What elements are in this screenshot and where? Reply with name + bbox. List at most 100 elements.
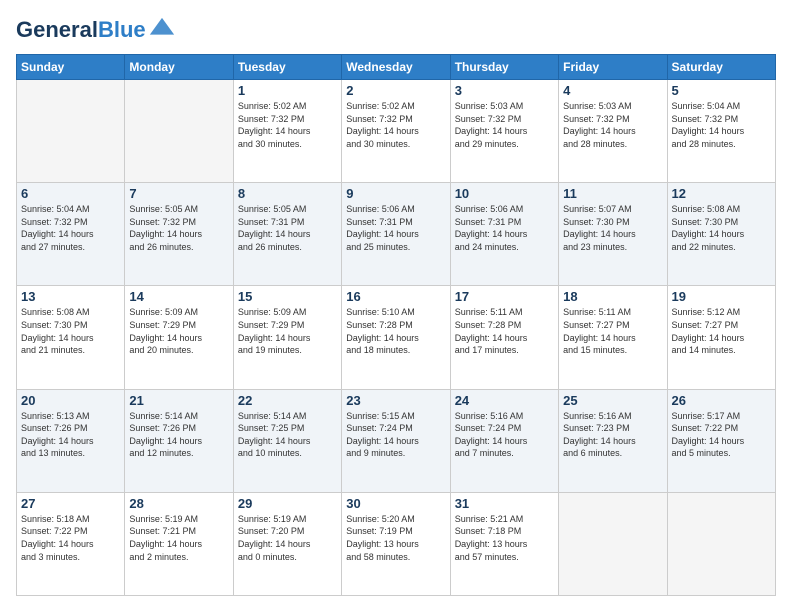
calendar-day-cell: 8 Sunrise: 5:05 AM Sunset: 7:31 PM Daylig… xyxy=(233,183,341,286)
calendar-header-row: SundayMondayTuesdayWednesdayThursdayFrid… xyxy=(17,55,776,80)
day-number: 31 xyxy=(455,496,554,511)
calendar-day-cell: 30 Sunrise: 5:20 AM Sunset: 7:19 PM Dayli… xyxy=(342,492,450,595)
day-number: 21 xyxy=(129,393,228,408)
day-number: 29 xyxy=(238,496,337,511)
day-number: 20 xyxy=(21,393,120,408)
day-number: 1 xyxy=(238,83,337,98)
calendar-day-cell: 13 Sunrise: 5:08 AM Sunset: 7:30 PM Dayli… xyxy=(17,286,125,389)
day-info: Sunrise: 5:16 AM Sunset: 7:23 PM Dayligh… xyxy=(563,410,662,460)
header: GeneralBlue xyxy=(16,16,776,44)
weekday-header: Wednesday xyxy=(342,55,450,80)
day-info: Sunrise: 5:06 AM Sunset: 7:31 PM Dayligh… xyxy=(346,203,445,253)
day-number: 24 xyxy=(455,393,554,408)
weekday-header: Monday xyxy=(125,55,233,80)
calendar-day-cell: 18Sunrise: 5:11 AM Sunset: 7:27 PM Dayli… xyxy=(559,286,667,389)
day-number: 8 xyxy=(238,186,337,201)
day-info: Sunrise: 5:15 AM Sunset: 7:24 PM Dayligh… xyxy=(346,410,445,460)
calendar-day-cell: 28 Sunrise: 5:19 AM Sunset: 7:21 PM Dayli… xyxy=(125,492,233,595)
calendar-day-cell: 23 Sunrise: 5:15 AM Sunset: 7:24 PM Dayli… xyxy=(342,389,450,492)
day-number: 11 xyxy=(563,186,662,201)
day-number: 25 xyxy=(563,393,662,408)
day-number: 14 xyxy=(129,289,228,304)
day-info: Sunrise: 5:12 AM Sunset: 7:27 PM Dayligh… xyxy=(672,306,771,356)
calendar-day-cell xyxy=(559,492,667,595)
day-number: 28 xyxy=(129,496,228,511)
calendar-day-cell: 20 Sunrise: 5:13 AM Sunset: 7:26 PM Dayli… xyxy=(17,389,125,492)
calendar-week-row: 13 Sunrise: 5:08 AM Sunset: 7:30 PM Dayli… xyxy=(17,286,776,389)
calendar-day-cell: 4Sunrise: 5:03 AM Sunset: 7:32 PM Daylig… xyxy=(559,80,667,183)
calendar-day-cell: 5Sunrise: 5:04 AM Sunset: 7:32 PM Daylig… xyxy=(667,80,775,183)
day-info: Sunrise: 5:04 AM Sunset: 7:32 PM Dayligh… xyxy=(21,203,120,253)
day-number: 13 xyxy=(21,289,120,304)
calendar-day-cell xyxy=(667,492,775,595)
day-number: 19 xyxy=(672,289,771,304)
day-number: 5 xyxy=(672,83,771,98)
day-number: 30 xyxy=(346,496,445,511)
calendar-week-row: 6 Sunrise: 5:04 AM Sunset: 7:32 PM Daylig… xyxy=(17,183,776,286)
day-number: 10 xyxy=(455,186,554,201)
day-info: Sunrise: 5:02 AM Sunset: 7:32 PM Dayligh… xyxy=(238,100,337,150)
weekday-header: Tuesday xyxy=(233,55,341,80)
calendar-day-cell: 15Sunrise: 5:09 AM Sunset: 7:29 PM Dayli… xyxy=(233,286,341,389)
calendar-day-cell: 12 Sunrise: 5:08 AM Sunset: 7:30 PM Dayli… xyxy=(667,183,775,286)
day-number: 22 xyxy=(238,393,337,408)
day-number: 6 xyxy=(21,186,120,201)
day-info: Sunrise: 5:02 AM Sunset: 7:32 PM Dayligh… xyxy=(346,100,445,150)
day-info: Sunrise: 5:05 AM Sunset: 7:32 PM Dayligh… xyxy=(129,203,228,253)
day-number: 16 xyxy=(346,289,445,304)
day-info: Sunrise: 5:16 AM Sunset: 7:24 PM Dayligh… xyxy=(455,410,554,460)
calendar-day-cell: 19 Sunrise: 5:12 AM Sunset: 7:27 PM Dayli… xyxy=(667,286,775,389)
calendar-day-cell: 11Sunrise: 5:07 AM Sunset: 7:30 PM Dayli… xyxy=(559,183,667,286)
day-info: Sunrise: 5:10 AM Sunset: 7:28 PM Dayligh… xyxy=(346,306,445,356)
calendar-day-cell: 2 Sunrise: 5:02 AM Sunset: 7:32 PM Daylig… xyxy=(342,80,450,183)
page: GeneralBlue SundayMondayTuesdayWednesday… xyxy=(0,0,792,612)
calendar-day-cell: 16 Sunrise: 5:10 AM Sunset: 7:28 PM Dayli… xyxy=(342,286,450,389)
calendar-day-cell: 17Sunrise: 5:11 AM Sunset: 7:28 PM Dayli… xyxy=(450,286,558,389)
calendar-day-cell: 6 Sunrise: 5:04 AM Sunset: 7:32 PM Daylig… xyxy=(17,183,125,286)
day-info: Sunrise: 5:05 AM Sunset: 7:31 PM Dayligh… xyxy=(238,203,337,253)
logo: GeneralBlue xyxy=(16,16,176,44)
day-info: Sunrise: 5:09 AM Sunset: 7:29 PM Dayligh… xyxy=(238,306,337,356)
day-info: Sunrise: 5:14 AM Sunset: 7:25 PM Dayligh… xyxy=(238,410,337,460)
day-number: 27 xyxy=(21,496,120,511)
day-info: Sunrise: 5:08 AM Sunset: 7:30 PM Dayligh… xyxy=(21,306,120,356)
day-info: Sunrise: 5:13 AM Sunset: 7:26 PM Dayligh… xyxy=(21,410,120,460)
day-number: 18 xyxy=(563,289,662,304)
calendar-day-cell: 10 Sunrise: 5:06 AM Sunset: 7:31 PM Dayli… xyxy=(450,183,558,286)
calendar-day-cell: 22 Sunrise: 5:14 AM Sunset: 7:25 PM Dayli… xyxy=(233,389,341,492)
day-number: 12 xyxy=(672,186,771,201)
calendar-day-cell: 1 Sunrise: 5:02 AM Sunset: 7:32 PM Daylig… xyxy=(233,80,341,183)
day-info: Sunrise: 5:06 AM Sunset: 7:31 PM Dayligh… xyxy=(455,203,554,253)
day-number: 7 xyxy=(129,186,228,201)
weekday-header: Friday xyxy=(559,55,667,80)
day-info: Sunrise: 5:09 AM Sunset: 7:29 PM Dayligh… xyxy=(129,306,228,356)
weekday-header: Saturday xyxy=(667,55,775,80)
logo-icon xyxy=(148,16,176,44)
day-number: 3 xyxy=(455,83,554,98)
day-info: Sunrise: 5:19 AM Sunset: 7:20 PM Dayligh… xyxy=(238,513,337,563)
calendar-week-row: 1 Sunrise: 5:02 AM Sunset: 7:32 PM Daylig… xyxy=(17,80,776,183)
calendar-day-cell: 26Sunrise: 5:17 AM Sunset: 7:22 PM Dayli… xyxy=(667,389,775,492)
calendar-week-row: 20 Sunrise: 5:13 AM Sunset: 7:26 PM Dayli… xyxy=(17,389,776,492)
day-info: Sunrise: 5:21 AM Sunset: 7:18 PM Dayligh… xyxy=(455,513,554,563)
weekday-header: Sunday xyxy=(17,55,125,80)
calendar-day-cell: 27 Sunrise: 5:18 AM Sunset: 7:22 PM Dayli… xyxy=(17,492,125,595)
calendar: SundayMondayTuesdayWednesdayThursdayFrid… xyxy=(16,54,776,596)
day-info: Sunrise: 5:08 AM Sunset: 7:30 PM Dayligh… xyxy=(672,203,771,253)
day-info: Sunrise: 5:17 AM Sunset: 7:22 PM Dayligh… xyxy=(672,410,771,460)
calendar-week-row: 27 Sunrise: 5:18 AM Sunset: 7:22 PM Dayli… xyxy=(17,492,776,595)
calendar-day-cell: 21 Sunrise: 5:14 AM Sunset: 7:26 PM Dayli… xyxy=(125,389,233,492)
day-info: Sunrise: 5:19 AM Sunset: 7:21 PM Dayligh… xyxy=(129,513,228,563)
calendar-day-cell: 24 Sunrise: 5:16 AM Sunset: 7:24 PM Dayli… xyxy=(450,389,558,492)
calendar-day-cell: 7 Sunrise: 5:05 AM Sunset: 7:32 PM Daylig… xyxy=(125,183,233,286)
calendar-day-cell: 9 Sunrise: 5:06 AM Sunset: 7:31 PM Daylig… xyxy=(342,183,450,286)
day-number: 17 xyxy=(455,289,554,304)
day-info: Sunrise: 5:03 AM Sunset: 7:32 PM Dayligh… xyxy=(455,100,554,150)
day-info: Sunrise: 5:20 AM Sunset: 7:19 PM Dayligh… xyxy=(346,513,445,563)
day-number: 23 xyxy=(346,393,445,408)
calendar-day-cell: 3 Sunrise: 5:03 AM Sunset: 7:32 PM Daylig… xyxy=(450,80,558,183)
day-info: Sunrise: 5:18 AM Sunset: 7:22 PM Dayligh… xyxy=(21,513,120,563)
day-number: 2 xyxy=(346,83,445,98)
day-info: Sunrise: 5:14 AM Sunset: 7:26 PM Dayligh… xyxy=(129,410,228,460)
day-number: 9 xyxy=(346,186,445,201)
